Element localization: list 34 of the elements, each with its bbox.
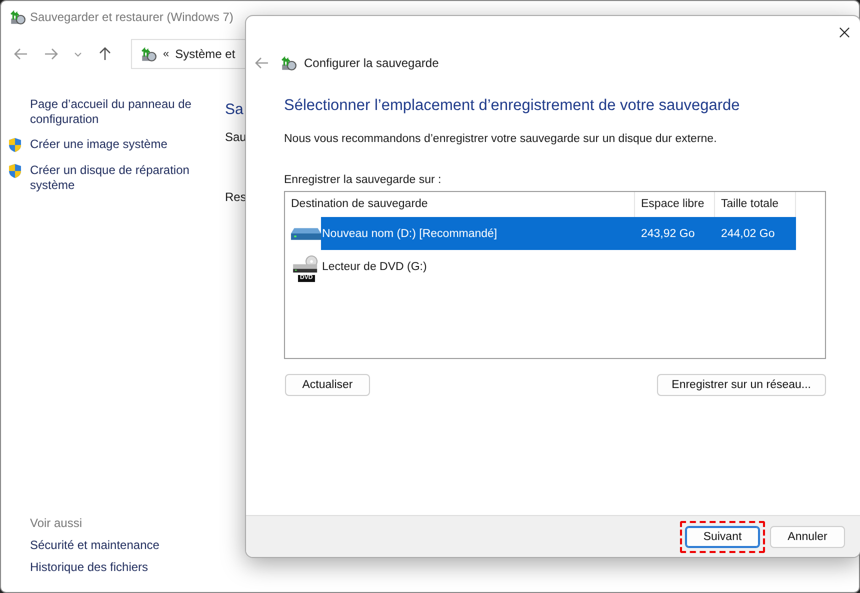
see-also-link[interactable]: Sécurité et maintenance bbox=[30, 538, 211, 552]
dialog-heading: Sélectionner l’emplacement d’enregistrement de votre sauvegarde bbox=[284, 97, 741, 115]
action-button[interactable]: Actualiser bbox=[285, 374, 370, 396]
breadcrumb-path: Système et bbox=[175, 47, 236, 61]
sidebar-link[interactable]: Créer une image système bbox=[30, 137, 168, 152]
next-button[interactable]: Suivant bbox=[685, 526, 760, 548]
backup-icon bbox=[9, 8, 26, 26]
sidebar-link[interactable]: Créer un disque de réparation système bbox=[30, 163, 211, 193]
section-text: Res bbox=[225, 190, 246, 204]
see-also-heading: Voir aussi bbox=[30, 516, 84, 530]
back-arrow-icon[interactable] bbox=[254, 55, 270, 71]
sidebar-link[interactable]: Page d’accueil du panneau de configuration bbox=[30, 97, 211, 127]
list-row[interactable]: Lecteur de DVD (G:) bbox=[321, 250, 635, 283]
back-arrow-icon[interactable] bbox=[13, 46, 29, 62]
breadcrumb-chevron: « bbox=[163, 48, 170, 60]
see-also-link[interactable]: Historique des fichiers bbox=[30, 560, 211, 574]
backup-icon bbox=[280, 54, 297, 72]
hard-drive-icon bbox=[291, 228, 321, 240]
list-label: Enregistrer la sauvegarde sur : bbox=[284, 174, 442, 186]
up-arrow-icon[interactable] bbox=[97, 46, 113, 62]
cancel-button[interactable]: Annuler bbox=[770, 526, 845, 548]
list-row[interactable]: Nouveau nom (D:) [Recommandé] 243,92 Go 244,02 Go bbox=[321, 217, 796, 250]
drive-name: Nouveau nom (D:) [Recommandé] bbox=[322, 228, 498, 240]
close-icon[interactable] bbox=[839, 27, 850, 38]
dialog-title: Configurer la sauvegarde bbox=[304, 56, 439, 70]
drive-name: Lecteur de DVD (G:) bbox=[322, 260, 428, 272]
backup-icon bbox=[140, 46, 157, 62]
description-text: Nous vous recommandons d’enregistrer votre sauvegarde sur un disque dur externe. bbox=[284, 133, 718, 145]
forward-arrow-icon[interactable] bbox=[43, 46, 59, 62]
page-heading: Sa bbox=[225, 101, 244, 118]
total-size: 244,02 Go bbox=[720, 228, 776, 240]
free-space: 243,92 Go bbox=[640, 228, 696, 240]
action-button[interactable]: Enregistrer sur un réseau... bbox=[656, 374, 826, 396]
window-title: Sauvegarder et restaurer (Windows 7) bbox=[30, 10, 234, 24]
